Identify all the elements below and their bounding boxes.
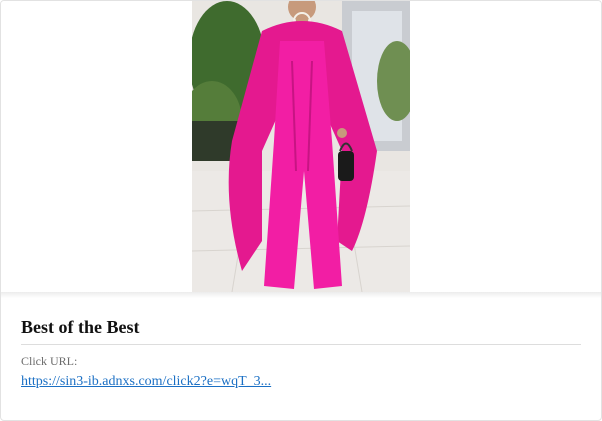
fashion-photo <box>192 1 410 292</box>
click-url-label: Click URL: <box>21 354 78 368</box>
ad-details: Best of the Best Click URL: https://sin3… <box>21 316 581 391</box>
media-divider <box>1 292 601 298</box>
ad-title: Best of the Best <box>21 316 581 345</box>
ad-media-area <box>1 1 601 292</box>
click-url-link[interactable]: https://sin3-ib.adnxs.com/click2?e=wqT_3… <box>21 373 271 391</box>
ad-preview-card: Best of the Best Click URL: https://sin3… <box>0 0 602 421</box>
ad-creative-image[interactable] <box>192 1 410 292</box>
